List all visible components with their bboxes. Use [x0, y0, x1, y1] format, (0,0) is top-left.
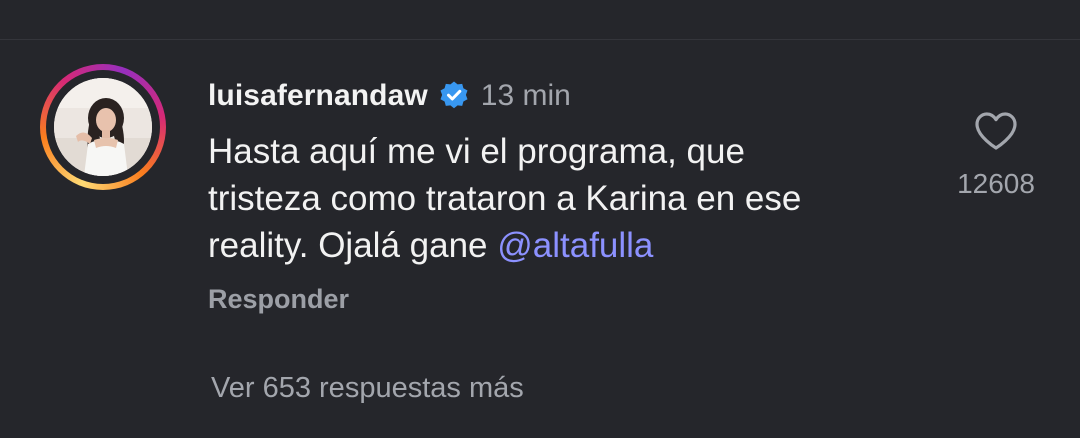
- avatar-photo: [54, 78, 152, 176]
- comment-body: Hasta aquí me vi el programa, que triste…: [208, 128, 908, 269]
- username-link[interactable]: luisafernandaw: [208, 79, 428, 113]
- mention-link[interactable]: @altafulla: [497, 226, 653, 265]
- heart-outline-icon: [975, 112, 1017, 150]
- comment-header: luisafernandaw 13 min: [208, 74, 571, 118]
- top-divider: [0, 39, 1080, 40]
- comment-text-line: Hasta aquí me vi el programa, que: [208, 132, 745, 171]
- avatar[interactable]: [54, 78, 152, 176]
- comment-text-line: tristeza como trataron a Karina en ese: [208, 179, 802, 218]
- like-count: 12608: [957, 168, 1035, 199]
- avatar-story-ring[interactable]: [40, 64, 166, 190]
- view-more-replies-button[interactable]: Ver 653 respuestas más: [211, 372, 524, 405]
- comment-timestamp: 13 min: [480, 79, 571, 112]
- verified-badge-icon: [438, 80, 470, 112]
- reply-button[interactable]: Responder: [208, 284, 349, 315]
- comment-text-line: reality. Ojalá gane: [208, 226, 498, 265]
- like-button[interactable]: [973, 110, 1019, 152]
